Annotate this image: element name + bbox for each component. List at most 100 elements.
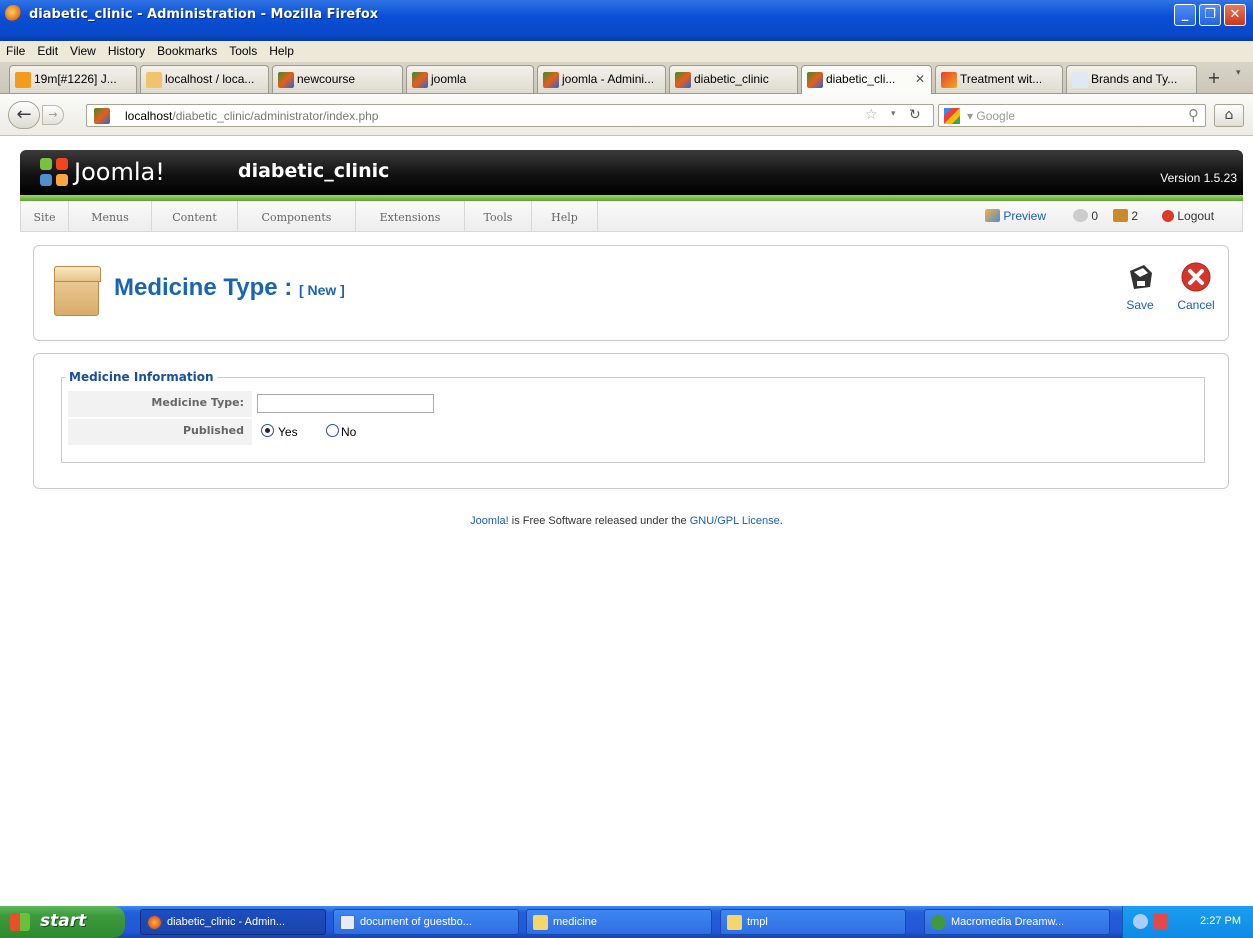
menu-view[interactable]: View	[64, 41, 102, 58]
task-label: document of guestbo...	[360, 916, 472, 928]
taskbar-item-medicine-folder[interactable]: medicine	[526, 909, 712, 935]
tab-treatment[interactable]: Treatment wit...	[935, 65, 1063, 93]
menu-history[interactable]: History	[102, 41, 151, 58]
messages-icon	[1073, 209, 1088, 222]
url-bar[interactable]: localhost/diabetic_clinic/administrator/…	[86, 104, 934, 127]
preview-link[interactable]: Preview	[985, 209, 1046, 223]
menu-bar: File Edit View History Bookmarks Tools Help	[0, 41, 1253, 62]
users-icon	[1113, 209, 1128, 222]
cancel-label: Cancel	[1177, 298, 1215, 312]
site-favicon-icon	[94, 108, 110, 124]
footer-text: is Free Software released under the	[508, 515, 690, 527]
start-button[interactable]: start	[0, 906, 125, 938]
firefox-icon	[5, 5, 22, 22]
menu-help[interactable]: Help	[263, 41, 300, 58]
search-icon[interactable]: ⚲	[1188, 106, 1199, 124]
tab-diabetic-clinic[interactable]: diabetic_clinic	[669, 65, 798, 93]
joomla-logo-icon	[40, 158, 68, 186]
tray-app-icon[interactable]	[1153, 914, 1168, 929]
save-button[interactable]: Save	[1115, 261, 1165, 312]
new-tab-button[interactable]: +	[1203, 68, 1225, 90]
tab-label: diabetic_cli...	[826, 72, 896, 86]
bookmark-star-icon[interactable]: ☆	[865, 107, 878, 123]
tab-label: localhost / loca...	[165, 72, 255, 86]
taskbar-item-document[interactable]: document of guestbo...	[333, 909, 519, 935]
joomla-link[interactable]: Joomla!	[470, 515, 509, 527]
toolbar-panel: Medicine Type : [ New ] Save Cancel	[33, 245, 1229, 341]
tab-webmd[interactable]: Brands and Ty...	[1066, 65, 1197, 93]
medicine-information-fieldset: Medicine Information Medicine Type: Publ…	[61, 370, 1205, 463]
logout-icon	[1162, 210, 1174, 222]
admin-menu-menus[interactable]: Menus	[69, 201, 152, 231]
published-no-label[interactable]: No	[341, 425, 356, 439]
published-no-radio[interactable]	[326, 424, 339, 437]
admin-menu-site[interactable]: Site	[21, 201, 69, 231]
published-yes-label[interactable]: Yes	[278, 425, 298, 439]
forward-button[interactable]: →	[42, 105, 64, 125]
reload-icon[interactable]: ↻	[909, 107, 921, 123]
menu-bookmarks[interactable]: Bookmarks	[151, 41, 223, 58]
url-text[interactable]: localhost/diabetic_clinic/administrator/…	[125, 109, 378, 123]
folder-icon	[533, 915, 548, 930]
tray-arrow-icon[interactable]	[1133, 914, 1148, 929]
menu-file[interactable]: File	[0, 41, 31, 58]
taskbar-item-firefox[interactable]: diabetic_clinic - Admin...	[140, 909, 326, 935]
browser-window: diabetic_clinic - Administration - Mozil…	[0, 0, 1253, 938]
home-button[interactable]: ⌂	[1214, 104, 1244, 127]
tab-label: newcourse	[297, 72, 356, 86]
preview-icon	[985, 209, 1000, 222]
url-path: /diabetic_clinic/administrator/index.php	[172, 109, 379, 123]
webmd-icon	[1072, 72, 1088, 88]
tab-list-chevron-icon[interactable]: ▾	[1236, 68, 1241, 78]
tab-close-icon[interactable]: ✕	[915, 72, 925, 86]
menu-edit[interactable]: Edit	[31, 41, 64, 58]
minimize-button[interactable]: _	[1174, 4, 1196, 26]
tab-label: Brands and Ty...	[1091, 72, 1178, 86]
windows-logo-icon	[10, 913, 30, 931]
users-online-count[interactable]: 2	[1113, 209, 1138, 223]
close-button[interactable]: ✕	[1224, 4, 1246, 26]
footer-period: .	[779, 515, 783, 527]
tab-diabetic-clinic-active[interactable]: diabetic_cli... ✕	[801, 65, 932, 95]
clock[interactable]: 2:27 PM	[1200, 915, 1241, 927]
window-title: diabetic_clinic - Administration - Mozil…	[29, 7, 379, 22]
search-bar[interactable]: ▾ Google ⚲	[938, 104, 1206, 127]
admin-menu-extensions[interactable]: Extensions	[356, 201, 465, 231]
back-button[interactable]: ←	[8, 101, 40, 129]
admin-menu-help[interactable]: Help	[532, 201, 598, 231]
tab-newcourse[interactable]: newcourse	[272, 65, 403, 93]
cancel-button[interactable]: Cancel	[1171, 261, 1221, 312]
medicine-box-icon	[54, 266, 101, 316]
joomla-icon	[278, 72, 294, 88]
admin-menu-components[interactable]: Components	[238, 201, 356, 231]
published-yes-radio[interactable]	[261, 424, 274, 437]
history-dropdown-icon[interactable]: ▾	[891, 109, 896, 119]
admin-menu-content[interactable]: Content	[152, 201, 238, 231]
admin-menu: Site Menus Content Components Extensions…	[20, 201, 1243, 232]
save-label: Save	[1126, 298, 1154, 312]
tab-joomla[interactable]: joomla	[406, 65, 534, 93]
joomla-icon	[807, 72, 823, 88]
restore-button[interactable]: ❐	[1199, 4, 1221, 26]
admin-menu-tools[interactable]: Tools	[465, 201, 532, 231]
google-icon[interactable]	[944, 108, 960, 124]
medicine-type-input[interactable]	[257, 394, 434, 413]
page-title-text: Medicine Type :	[114, 274, 293, 301]
taskbar-item-tmpl-folder[interactable]: tmpl	[720, 909, 906, 935]
menu-tools[interactable]: Tools	[223, 41, 263, 58]
tab-bar: 19m[#1226] J... localhost / loca... newc…	[0, 62, 1253, 95]
task-label: Macromedia Dreamw...	[951, 916, 1065, 928]
messages-count[interactable]: 0	[1073, 209, 1098, 223]
page-title: Medicine Type : [ New ]	[114, 274, 345, 302]
tab-19m[interactable]: 19m[#1226] J...	[9, 65, 137, 93]
tab-phpmyadmin[interactable]: localhost / loca...	[140, 65, 269, 93]
messages-count-value: 0	[1091, 209, 1099, 223]
tab-joomla-admin[interactable]: joomla - Admini...	[537, 65, 666, 93]
start-label: start	[40, 911, 87, 931]
taskbar-item-dreamweaver[interactable]: Macromedia Dreamw...	[924, 909, 1110, 935]
gpl-license-link[interactable]: GNU/GPL License	[690, 515, 780, 527]
tab-label: 19m[#1226] J...	[34, 72, 117, 86]
task-label: diabetic_clinic - Admin...	[167, 916, 285, 928]
logout-link[interactable]: Logout	[1162, 209, 1214, 223]
published-label: Published	[68, 419, 252, 445]
